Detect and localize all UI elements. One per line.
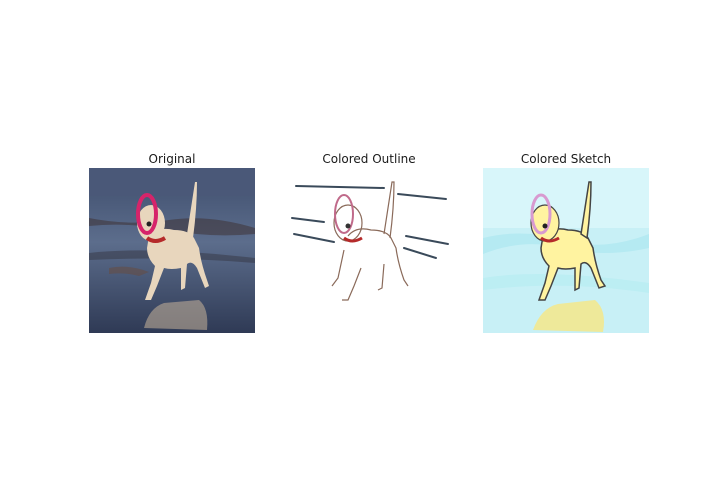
panel-title: Colored Sketch (520, 152, 612, 166)
dog-outline-image (286, 168, 452, 333)
panel-title: Original (148, 152, 196, 166)
panel-original: Original (89, 150, 255, 333)
panel-title: Colored Outline (322, 152, 416, 166)
dog-colored-sketch-image (483, 168, 649, 333)
panel-colored-outline: Colored Outline (286, 150, 452, 333)
panel-colored-sketch: Colored Sketch (483, 150, 649, 333)
dog-photo-image (89, 168, 255, 333)
